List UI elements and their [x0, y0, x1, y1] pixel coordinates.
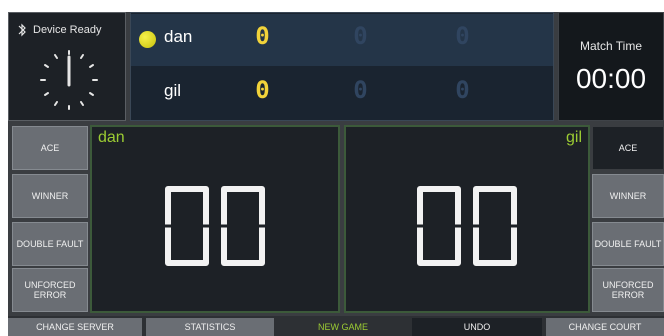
clock-icon — [40, 50, 98, 110]
match-time-label: Match Time — [579, 39, 642, 53]
player2-ace-button[interactable]: ACE — [592, 126, 664, 170]
match-time-panel: Match Time 00:00 — [558, 12, 664, 121]
score-row-player1: dan 0 0 0 — [131, 14, 553, 66]
player1-unforced-error-button[interactable]: UNFORCED ERROR — [12, 268, 88, 312]
player1-set1: 0 — [255, 22, 269, 50]
player1-set3: 0 — [455, 22, 469, 50]
player1-panel-name: dan — [98, 129, 125, 146]
match-time-value: 00:00 — [575, 63, 647, 94]
bluetooth-icon — [18, 23, 26, 37]
device-status-row: Device Ready — [17, 23, 101, 37]
serve-ball-icon — [139, 31, 156, 48]
set-score-panel: dan 0 0 0 gil 0 0 0 — [130, 12, 554, 121]
player2-name: gil — [164, 81, 182, 100]
player2-set2: 0 — [353, 76, 367, 104]
player2-panel[interactable]: gil — [344, 125, 590, 313]
player2-double-fault-button[interactable]: DOUBLE FAULT — [592, 222, 664, 266]
player1-set2: 0 — [353, 22, 367, 50]
player2-points-display — [417, 186, 517, 266]
player1-name: dan — [164, 27, 193, 46]
player2-winner-button[interactable]: WINNER — [592, 174, 664, 218]
undo-button[interactable]: UNDO — [412, 318, 542, 336]
statistics-button[interactable]: STATISTICS — [146, 318, 274, 336]
score-row-player2: gil 0 0 0 — [131, 68, 553, 120]
player2-set3: 0 — [455, 76, 469, 104]
player1-points-display — [165, 186, 265, 266]
player1-panel[interactable]: dan — [90, 125, 340, 313]
player1-double-fault-button[interactable]: DOUBLE FAULT — [12, 222, 88, 266]
player1-ace-button[interactable]: ACE — [12, 126, 88, 170]
player2-panel-name: gil — [565, 129, 582, 146]
new-game-button[interactable]: NEW GAME — [278, 318, 408, 336]
change-server-button[interactable]: CHANGE SERVER — [8, 318, 142, 336]
device-status-label: Device Ready — [33, 24, 102, 36]
change-court-button[interactable]: CHANGE COURT — [546, 318, 664, 336]
player1-winner-button[interactable]: WINNER — [12, 174, 88, 218]
device-status-panel: Device Ready — [8, 12, 126, 121]
player2-unforced-error-button[interactable]: UNFORCED ERROR — [592, 268, 664, 312]
player2-set1: 0 — [255, 76, 269, 104]
